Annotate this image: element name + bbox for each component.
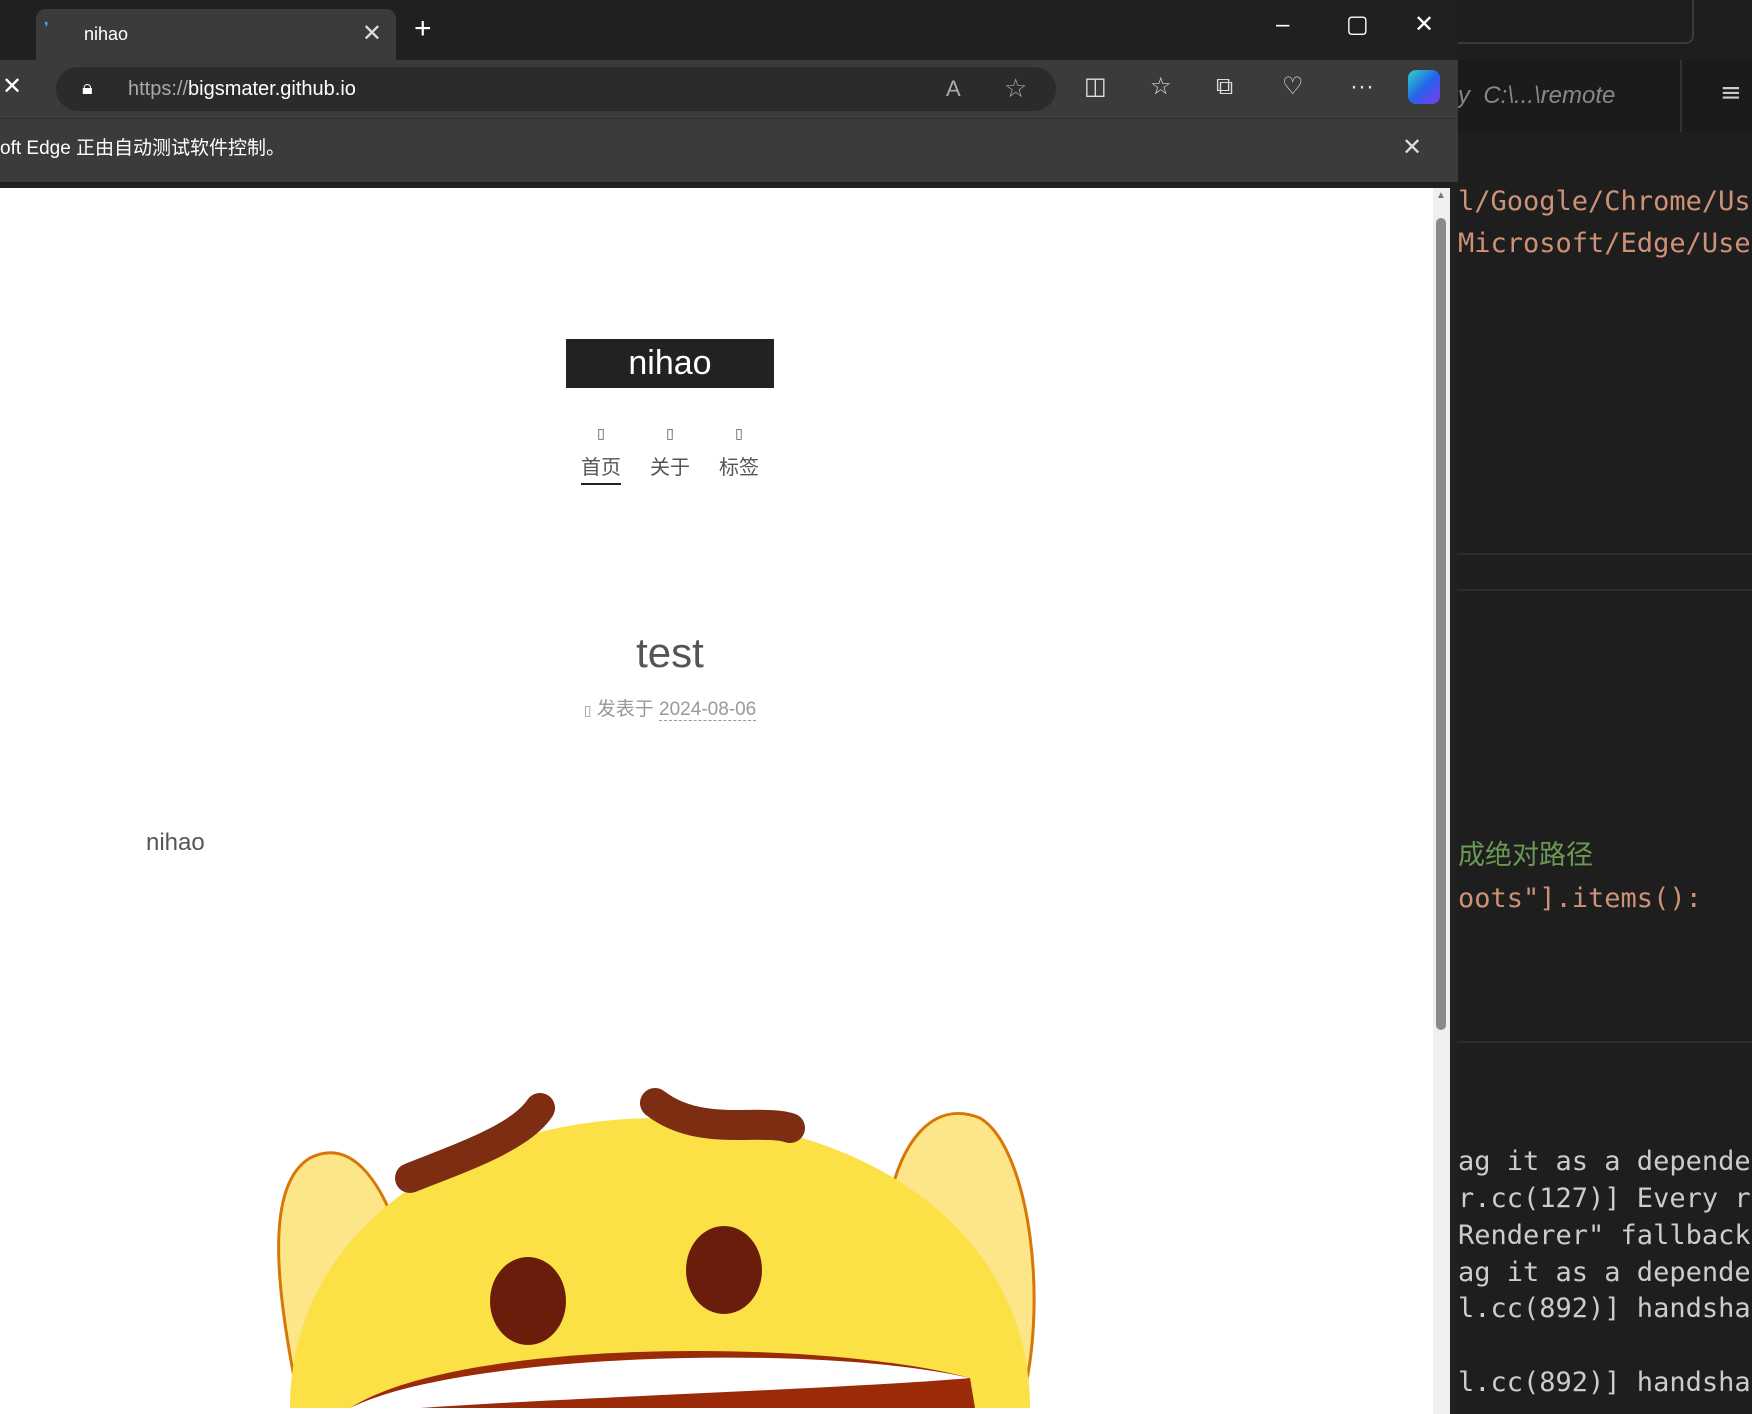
url-scheme: https:// <box>128 78 189 100</box>
editor-terminal-panel: y C:\...\remote ≡ l/Google/Chrome/Us Mic… <box>1458 0 1752 1414</box>
browser-essentials-icon[interactable]: ♡ <box>1282 72 1304 102</box>
nav-label: 首页 <box>581 457 621 485</box>
favorite-star-icon[interactable]: ☆ <box>1004 73 1027 103</box>
code-line: oots"].items(): <box>1458 883 1702 914</box>
url-host: bigsmater.github.io <box>188 78 356 100</box>
minimize-icon[interactable]: – <box>1276 10 1289 40</box>
new-tab-icon[interactable]: + <box>414 12 432 46</box>
scroll-up-icon[interactable]: ▲ <box>1436 190 1446 202</box>
address-bar[interactable]: 🔒︎ https://bigsmater.github.io A ☆ <box>56 67 1056 111</box>
lock-icon[interactable]: 🔒︎ <box>82 76 93 100</box>
collections-icon[interactable]: ⧉ <box>1216 72 1233 102</box>
page-scrollbar[interactable]: ▲ <box>1433 188 1450 1414</box>
divider <box>1458 589 1752 591</box>
browser-window: ❜ nihao ✕ + – ▢ ✕ ✕ 🔒︎ https://bigsmater… <box>0 0 1458 1414</box>
log-line: l.cc(892)] handshak <box>1458 1293 1752 1324</box>
log-line: r.cc(127)] Every re <box>1458 1183 1752 1214</box>
meta-prefix: 发表于 <box>596 699 654 720</box>
log-line: l.cc(892)] handshak <box>1458 1367 1752 1398</box>
read-aloud-icon[interactable]: A <box>946 76 961 102</box>
post-meta: ▯ 发表于 2024-08-06 <box>0 698 1340 722</box>
favorites-icon[interactable]: ☆ <box>1150 72 1172 102</box>
code-comment: 成绝对路径 <box>1458 840 1593 871</box>
search-box[interactable] <box>1458 0 1694 44</box>
post-body: nihao <box>146 829 205 856</box>
tab-nihao[interactable]: ❜ nihao ✕ <box>36 9 396 60</box>
split-screen-icon[interactable]: ◫ <box>1084 72 1107 102</box>
stop-loading-icon[interactable]: ✕ <box>2 72 22 102</box>
nav-home[interactable]: ▯ 首页 <box>571 424 631 485</box>
code-line: l/Google/Chrome/Us <box>1458 186 1751 217</box>
close-window-icon[interactable]: ✕ <box>1414 10 1434 40</box>
nav-label: 标签 <box>719 457 759 479</box>
home-icon: ▯ <box>597 425 605 441</box>
log-line: ag it as a dependen <box>1458 1257 1752 1288</box>
infobar-text: oft Edge 正由自动测试软件控制。 <box>0 138 286 159</box>
toolbar: ✕ 🔒︎ https://bigsmater.github.io A ☆ ◫ ☆… <box>0 60 1458 118</box>
scrollbar-thumb[interactable] <box>1436 218 1446 1030</box>
tab-title: nihao <box>84 24 129 44</box>
nav-label: 关于 <box>650 457 690 479</box>
path-label: y C:\...\remote <box>1458 82 1616 109</box>
log-line: ag it as a dependen <box>1458 1146 1752 1177</box>
divider <box>1458 553 1752 555</box>
nav-about[interactable]: ▯ 关于 <box>640 424 700 480</box>
site-brand[interactable]: nihao <box>566 339 774 388</box>
tags-icon: ▯ <box>735 425 743 441</box>
maximize-icon[interactable]: ▢ <box>1346 10 1369 40</box>
more-icon[interactable]: ··· <box>1350 72 1374 102</box>
user-icon: ▯ <box>666 425 674 441</box>
code-line: Microsoft/Edge/Use <box>1458 228 1751 259</box>
tab-bar: ❜ nihao ✕ + – ▢ ✕ <box>0 0 1458 60</box>
menu-icon[interactable]: ≡ <box>1720 78 1742 108</box>
favicon-icon: ❜ <box>44 19 49 35</box>
emoji-image <box>277 1088 1036 1408</box>
calendar-icon: ▯ <box>583 702 592 718</box>
web-page: nihao ▯ 首页 ▯ 关于 ▯ 标签 test ▯ 发表于 2024-08-06 … <box>0 188 1433 1414</box>
log-line: Renderer" fallback <box>1458 1220 1752 1251</box>
divider <box>1458 1041 1752 1043</box>
close-tab-icon[interactable]: ✕ <box>362 19 382 48</box>
post-title[interactable]: test <box>0 628 1340 678</box>
post-date: 2024-08-06 <box>659 699 757 721</box>
automation-infobar: oft Edge 正由自动测试软件控制。 ✕ <box>0 118 1458 182</box>
panel-header: y C:\...\remote ≡ <box>1458 60 1752 132</box>
copilot-icon[interactable] <box>1408 70 1440 104</box>
divider <box>1680 60 1682 132</box>
nav-tags[interactable]: ▯ 标签 <box>709 424 769 480</box>
close-infobar-icon[interactable]: ✕ <box>1402 133 1422 163</box>
